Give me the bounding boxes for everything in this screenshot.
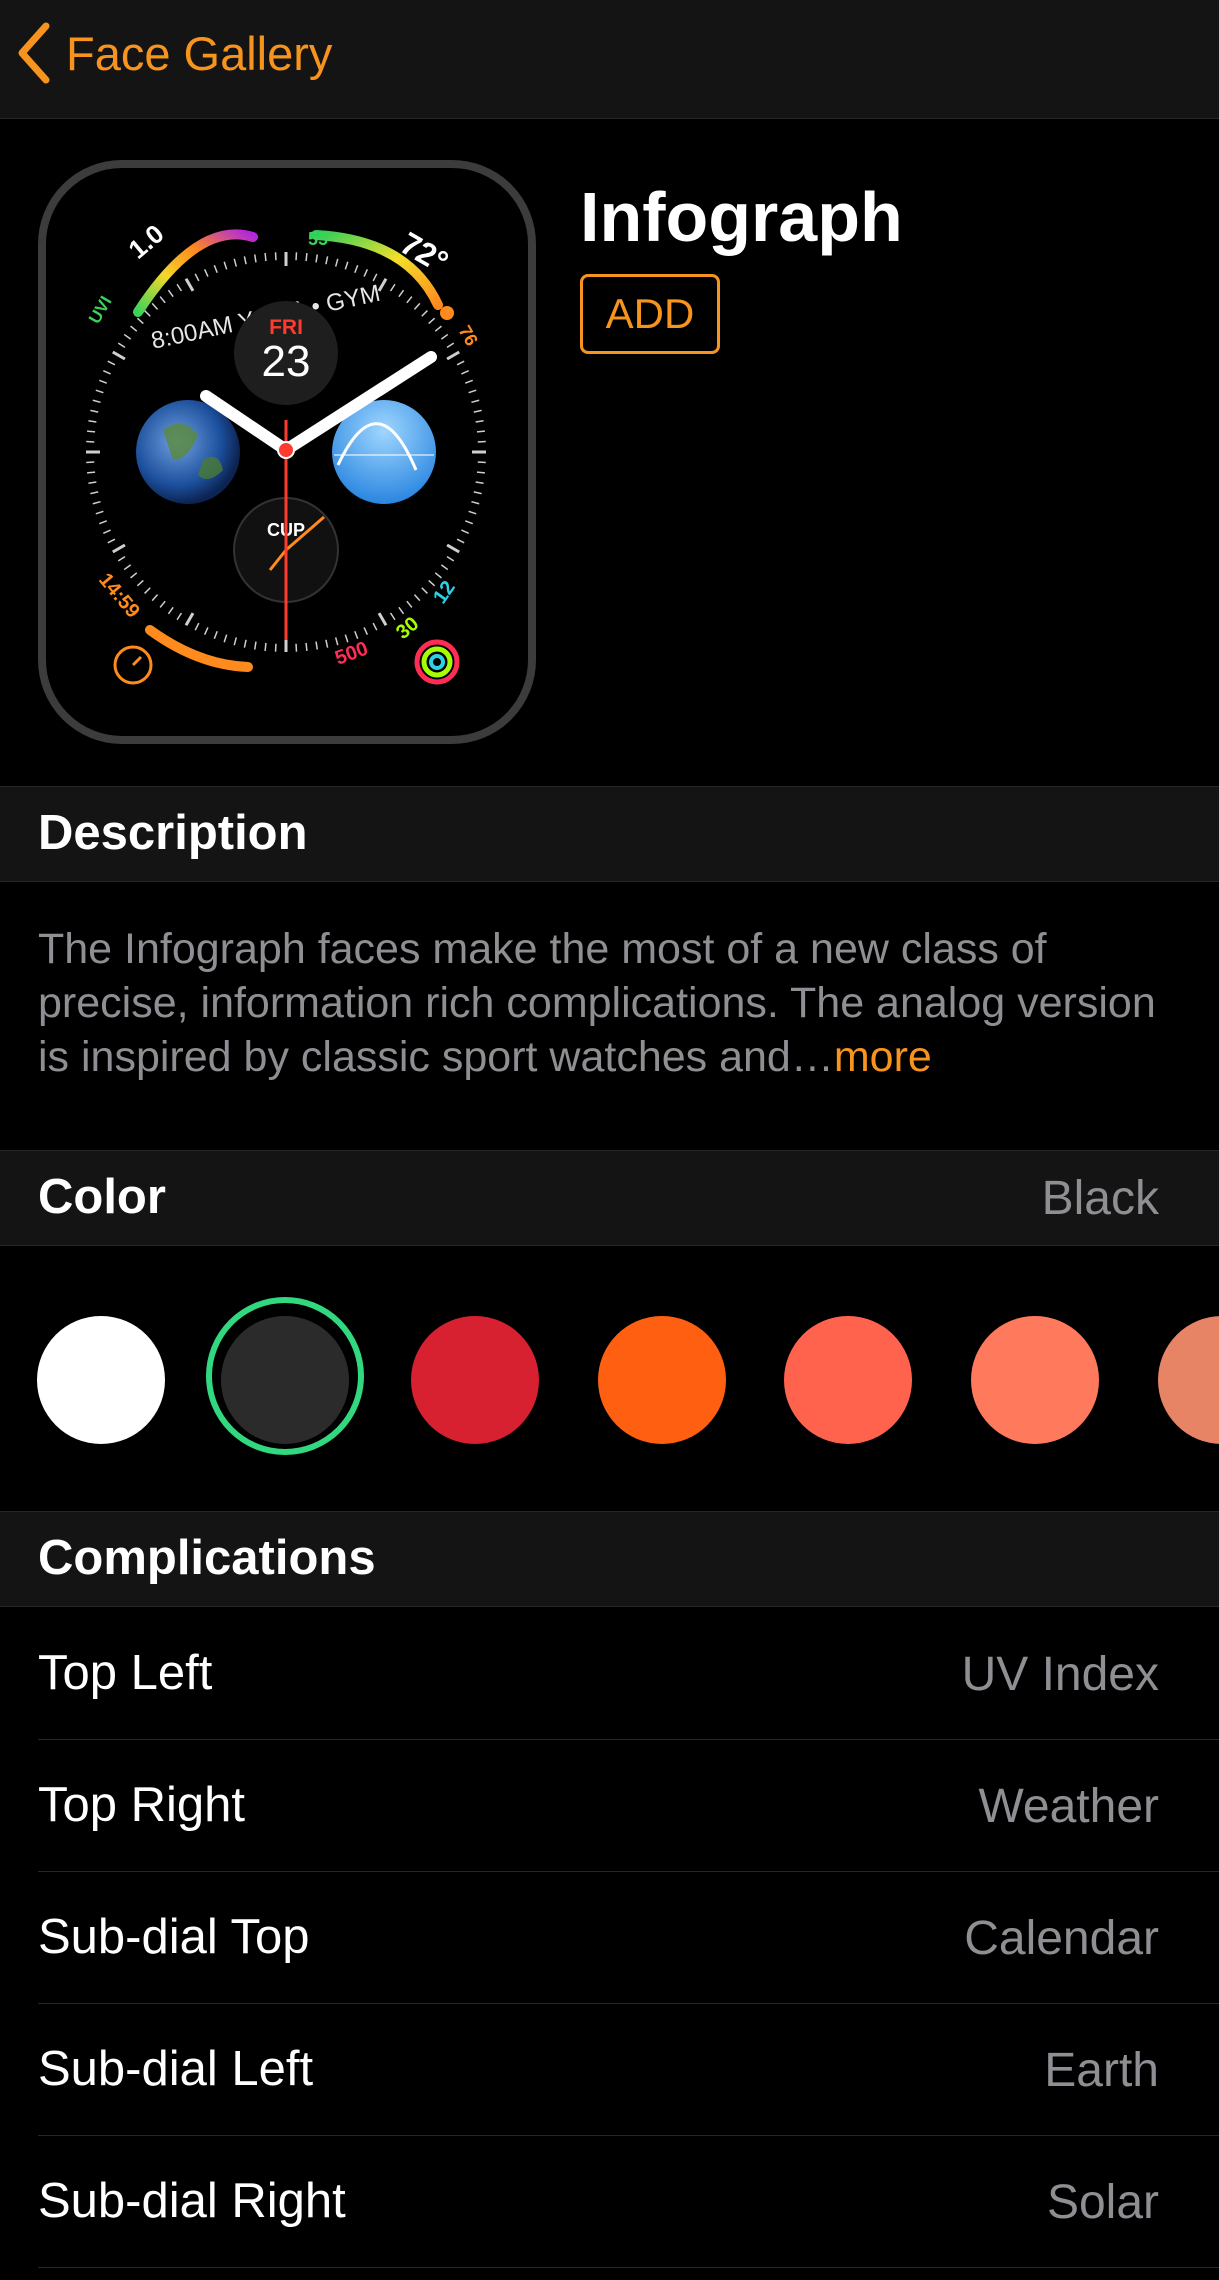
row-value: Calendar — [964, 1912, 1159, 1965]
dial-tick — [476, 471, 485, 474]
description-header: Description — [0, 786, 1219, 882]
color-swatch-red[interactable] — [411, 1316, 539, 1444]
dial-tick — [87, 430, 96, 433]
dial-tick — [305, 253, 308, 262]
color-swatch-orange[interactable] — [598, 1316, 726, 1444]
color-header[interactable]: Color Black — [0, 1150, 1219, 1246]
dial-tick — [87, 471, 96, 474]
dial-tick — [305, 642, 308, 651]
color-title: Color — [38, 1170, 166, 1224]
row-label: Sub-dial Right — [38, 2174, 346, 2228]
back-label: Face Gallery — [66, 26, 333, 80]
complication-row-subdial-right[interactable]: Sub-dial Right Solar — [38, 2135, 1219, 2268]
row-label: Sub-dial Left — [38, 2042, 314, 2096]
color-swatch-strip[interactable] — [0, 1246, 1219, 1511]
complications-title: Complications — [38, 1531, 376, 1585]
row-label: Sub-dial Top — [38, 1910, 310, 1964]
complication-row-top-left[interactable]: Top Left UV Index — [38, 1607, 1219, 1740]
face-hero: 1.0 UVI 8:00AM YOGA • GYM 55 72° 76 FRI … — [0, 119, 1219, 786]
row-value: UV Index — [961, 1648, 1159, 1701]
description-title: Description — [38, 806, 308, 860]
complication-row-subdial-left[interactable]: Sub-dial Left Earth — [38, 2003, 1219, 2136]
dial-tick — [264, 253, 267, 262]
color-selected-value: Black — [1041, 1172, 1159, 1225]
more-link[interactable]: more — [834, 1033, 932, 1081]
nav-bar: Face Gallery — [0, 0, 1219, 119]
row-label: Top Left — [38, 1646, 213, 1700]
dial-tick — [264, 642, 267, 651]
back-button[interactable]: Face Gallery — [14, 18, 332, 88]
color-swatch-black[interactable] — [221, 1316, 349, 1444]
dial-tick — [476, 430, 485, 433]
face-title: Infograph — [580, 178, 903, 256]
complications-header: Complications — [0, 1511, 1219, 1607]
color-swatch-peach[interactable] — [1158, 1316, 1219, 1444]
chevron-left-icon — [18, 22, 50, 84]
temp-low: 55 — [308, 229, 328, 249]
watch-face-preview: 1.0 UVI 8:00AM YOGA • GYM 55 72° 76 FRI … — [38, 160, 536, 744]
date-number: 23 — [262, 337, 311, 386]
row-value: Solar — [1046, 2176, 1159, 2229]
color-swatch-salmon[interactable] — [971, 1316, 1099, 1444]
color-swatch-coral[interactable] — [784, 1316, 912, 1444]
color-swatch-white[interactable] — [37, 1316, 165, 1444]
description-text: The Infograph faces make the most of a n… — [38, 922, 1178, 1084]
complication-row-top-right[interactable]: Top Right Weather — [38, 1739, 1219, 1872]
complication-row-subdial-top[interactable]: Sub-dial Top Calendar — [38, 1871, 1219, 2004]
row-value: Earth — [1044, 2044, 1159, 2097]
row-label: Top Right — [38, 1778, 246, 1832]
add-button[interactable]: ADD — [580, 274, 720, 354]
row-value: Weather — [978, 1780, 1159, 1833]
date-day: FRI — [269, 316, 303, 339]
description-body: The Infograph faces make the most of a n… — [38, 925, 1156, 1081]
